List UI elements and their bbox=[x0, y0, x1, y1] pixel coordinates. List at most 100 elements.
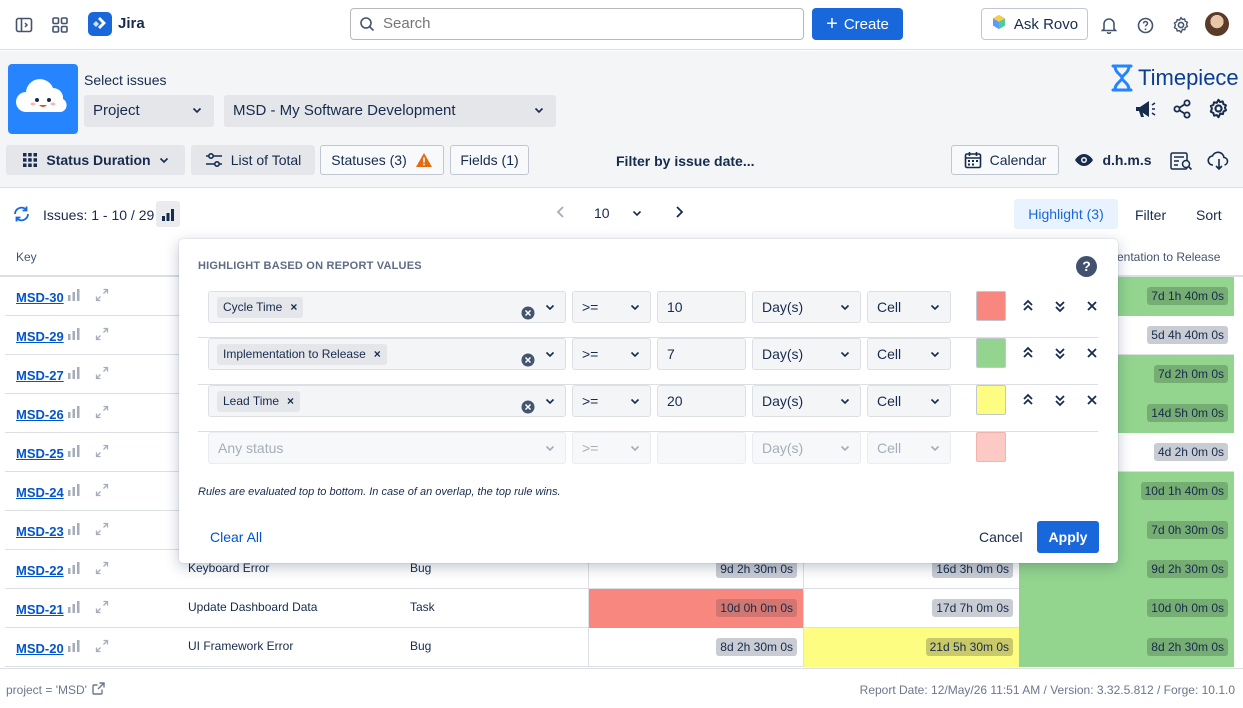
rule-operator-select[interactable]: >= bbox=[572, 385, 651, 417]
move-down-icon[interactable] bbox=[1052, 345, 1068, 361]
expand-icon[interactable] bbox=[95, 483, 109, 500]
clear-selection-icon[interactable] bbox=[521, 347, 535, 377]
highlight-button[interactable]: Highlight (3) bbox=[1014, 199, 1118, 229]
rule-value-input[interactable]: 7 bbox=[657, 338, 746, 370]
expand-icon[interactable] bbox=[95, 639, 109, 656]
share-icon[interactable] bbox=[1172, 99, 1192, 122]
rule-unit-select[interactable]: Day(s) bbox=[752, 385, 861, 417]
remove-tag-icon[interactable]: × bbox=[287, 391, 294, 412]
app-switcher-icon[interactable] bbox=[48, 13, 72, 37]
expand-icon[interactable] bbox=[95, 522, 109, 539]
header-implementation-to-release[interactable]: entation to Release bbox=[1117, 250, 1220, 264]
help-icon[interactable] bbox=[1133, 13, 1157, 37]
issue-key-link[interactable]: MSD-23 bbox=[16, 524, 64, 539]
bar-chart-icon[interactable] bbox=[67, 444, 81, 461]
create-button[interactable]: + Create bbox=[812, 8, 903, 40]
scope-select[interactable]: Project bbox=[84, 95, 214, 127]
filter-button[interactable]: Filter bbox=[1135, 207, 1166, 223]
settings-gear-icon[interactable] bbox=[1169, 13, 1193, 37]
move-down-icon[interactable] bbox=[1052, 392, 1068, 408]
filter-by-issue-date-link[interactable]: Filter by issue date... bbox=[616, 153, 755, 169]
help-circle-icon[interactable]: ? bbox=[1076, 256, 1097, 277]
bar-chart-icon[interactable] bbox=[67, 327, 81, 344]
bar-chart-icon[interactable] bbox=[67, 600, 81, 617]
rule-unit-select[interactable]: Day(s) bbox=[752, 291, 861, 323]
remove-tag-icon[interactable]: × bbox=[290, 297, 297, 318]
external-link-icon[interactable] bbox=[92, 682, 105, 698]
new-rule-operator-select[interactable]: >= bbox=[572, 432, 651, 464]
rule-status-select[interactable]: Lead Time × bbox=[208, 385, 566, 417]
search-box[interactable] bbox=[350, 8, 804, 40]
rule-value-input[interactable]: 10 bbox=[657, 291, 746, 323]
apply-button[interactable]: Apply bbox=[1037, 521, 1099, 553]
rule-status-select[interactable]: Cycle Time × bbox=[208, 291, 566, 323]
issue-key-link[interactable]: MSD-29 bbox=[16, 329, 64, 344]
move-down-icon[interactable] bbox=[1052, 298, 1068, 314]
chevron-right-icon[interactable] bbox=[674, 205, 684, 221]
bar-chart-icon[interactable] bbox=[67, 405, 81, 422]
clear-all-button[interactable]: Clear All bbox=[210, 529, 262, 545]
expand-icon[interactable] bbox=[95, 405, 109, 422]
bar-chart-icon[interactable] bbox=[67, 561, 81, 578]
expand-icon[interactable] bbox=[95, 561, 109, 578]
move-up-icon[interactable] bbox=[1020, 345, 1036, 361]
rule-target-select[interactable]: Cell bbox=[867, 385, 951, 417]
sort-button[interactable]: Sort bbox=[1196, 207, 1222, 223]
user-avatar[interactable] bbox=[1205, 12, 1229, 36]
remove-rule-icon[interactable] bbox=[1084, 345, 1100, 361]
expand-icon[interactable] bbox=[95, 366, 109, 383]
issue-key-link[interactable]: MSD-30 bbox=[16, 290, 64, 305]
rule-unit-select[interactable]: Day(s) bbox=[752, 338, 861, 370]
report-type-select[interactable]: Status Duration bbox=[6, 145, 185, 175]
move-up-icon[interactable] bbox=[1020, 298, 1036, 314]
report-search-icon[interactable] bbox=[1170, 151, 1194, 174]
rule-status-select[interactable]: Implementation to Release × bbox=[208, 338, 566, 370]
bar-chart-icon[interactable] bbox=[67, 288, 81, 305]
search-input[interactable] bbox=[383, 15, 783, 32]
issue-key-link[interactable]: MSD-25 bbox=[16, 446, 64, 461]
remove-rule-icon[interactable] bbox=[1084, 298, 1100, 314]
calendar-button[interactable]: Calendar bbox=[951, 145, 1059, 175]
bar-chart-icon[interactable] bbox=[67, 483, 81, 500]
rule-value-input[interactable]: 20 bbox=[657, 385, 746, 417]
bar-chart-icon[interactable] bbox=[67, 639, 81, 656]
chevron-left-icon[interactable] bbox=[556, 205, 566, 221]
new-rule-color-swatch[interactable] bbox=[976, 432, 1006, 462]
cloud-download-icon[interactable] bbox=[1207, 151, 1231, 174]
rule-color-swatch[interactable] bbox=[976, 338, 1006, 368]
bar-chart-icon[interactable] bbox=[67, 522, 81, 539]
project-select[interactable]: MSD - My Software Development bbox=[224, 95, 556, 127]
rule-color-swatch[interactable] bbox=[976, 385, 1006, 415]
rule-target-select[interactable]: Cell bbox=[867, 338, 951, 370]
rule-target-select[interactable]: Cell bbox=[867, 291, 951, 323]
new-rule-unit-select[interactable]: Day(s) bbox=[752, 432, 861, 464]
jira-logo-icon[interactable] bbox=[88, 12, 112, 36]
new-rule-target-select[interactable]: Cell bbox=[867, 432, 951, 464]
app-settings-gear-icon[interactable] bbox=[1208, 98, 1229, 122]
issue-key-link[interactable]: MSD-26 bbox=[16, 407, 64, 422]
expand-icon[interactable] bbox=[95, 327, 109, 344]
rule-color-swatch[interactable] bbox=[976, 291, 1006, 321]
app-name[interactable]: Jira bbox=[118, 15, 145, 32]
move-up-icon[interactable] bbox=[1020, 392, 1036, 408]
issue-key-link[interactable]: MSD-22 bbox=[16, 563, 64, 578]
header-key[interactable]: Key bbox=[16, 250, 37, 264]
remove-tag-icon[interactable]: × bbox=[374, 344, 381, 365]
issue-key-link[interactable]: MSD-27 bbox=[16, 368, 64, 383]
issue-key-link[interactable]: MSD-21 bbox=[16, 602, 64, 617]
statuses-button[interactable]: Statuses (3) bbox=[320, 145, 444, 175]
new-rule-status-select[interactable]: Any status bbox=[208, 432, 566, 464]
notifications-bell-icon[interactable] bbox=[1097, 13, 1121, 37]
time-format-toggle[interactable]: d.h.m.s bbox=[1070, 145, 1156, 175]
clear-selection-icon[interactable] bbox=[521, 300, 535, 330]
remove-rule-icon[interactable] bbox=[1084, 392, 1100, 408]
expand-icon[interactable] bbox=[95, 600, 109, 617]
ask-rovo-button[interactable]: Ask Rovo bbox=[981, 8, 1088, 40]
rule-operator-select[interactable]: >= bbox=[572, 338, 651, 370]
fields-button[interactable]: Fields (1) bbox=[450, 145, 529, 175]
chart-bar-icon[interactable] bbox=[156, 201, 180, 227]
new-rule-value-input[interactable] bbox=[657, 432, 746, 464]
issue-key-link[interactable]: MSD-24 bbox=[16, 485, 64, 500]
refresh-icon[interactable] bbox=[12, 205, 31, 226]
expand-icon[interactable] bbox=[95, 444, 109, 461]
